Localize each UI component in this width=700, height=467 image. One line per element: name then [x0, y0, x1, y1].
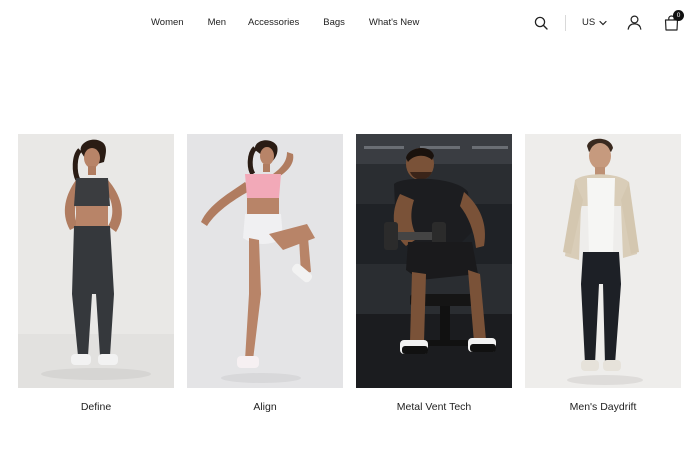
product-card-mens-daydrift[interactable]: Men's Daydrift: [525, 134, 681, 419]
main-nav: Women Men Accessories Bags What's New: [151, 17, 419, 28]
account-button[interactable]: [626, 14, 643, 31]
nav-item-women[interactable]: Women: [151, 17, 184, 28]
product-card-align[interactable]: Align: [187, 134, 343, 419]
user-icon: [627, 15, 642, 30]
product-name[interactable]: Men's Daydrift: [525, 401, 681, 413]
product-image[interactable]: [18, 134, 174, 388]
product-name[interactable]: Define: [18, 401, 174, 413]
nav-item-bags[interactable]: Bags: [323, 17, 345, 28]
product-name[interactable]: Align: [187, 401, 343, 413]
nav-item-accessories[interactable]: Accessories: [248, 17, 299, 28]
locale-selector[interactable]: US: [582, 17, 607, 28]
product-image[interactable]: [356, 134, 512, 388]
product-image[interactable]: [187, 134, 343, 388]
chevron-down-icon: [599, 20, 607, 25]
product-card-metal-vent-tech[interactable]: Metal Vent Tech: [356, 134, 512, 419]
cart-button[interactable]: 0: [662, 10, 684, 32]
header-divider: [565, 15, 566, 31]
locale-label: US: [582, 17, 596, 28]
cart-count-badge: 0: [673, 10, 684, 21]
nav-item-whats-new[interactable]: What's New: [369, 17, 419, 28]
product-card-define[interactable]: Define: [18, 134, 174, 419]
nav-item-men[interactable]: Men: [208, 17, 226, 28]
site-header: Women Men Accessories Bags What's New US…: [0, 0, 700, 46]
product-name[interactable]: Metal Vent Tech: [356, 401, 512, 413]
product-image[interactable]: [525, 134, 681, 388]
search-button[interactable]: [533, 15, 549, 31]
search-icon: [534, 16, 548, 30]
